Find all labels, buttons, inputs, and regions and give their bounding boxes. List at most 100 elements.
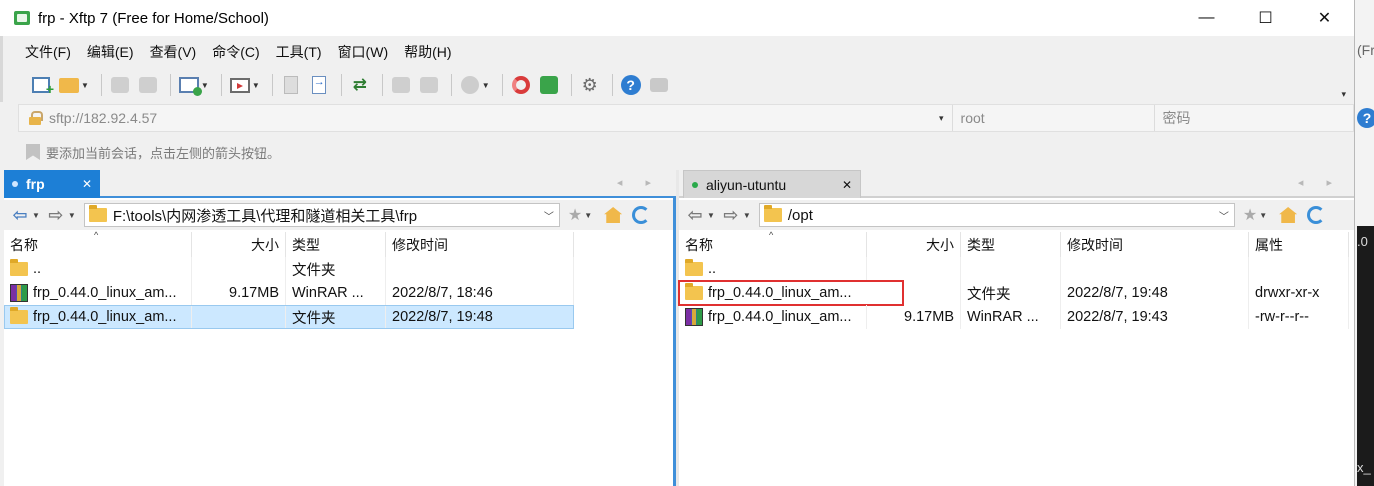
xftp-button[interactable]	[537, 73, 561, 97]
menu-edit[interactable]: 编辑(E)	[79, 42, 142, 62]
host-input[interactable]: sftp://182.92.4.57	[49, 110, 939, 126]
menu-help[interactable]: 帮助(H)	[396, 42, 459, 62]
back-dropdown[interactable]: ▼	[32, 211, 40, 220]
toolbar: ▼ ▼ ▼ ⇄ ▼ ⚙ ? ▾	[0, 68, 1354, 102]
xshell-icon	[511, 76, 530, 94]
options-button[interactable]: ⚙	[578, 73, 602, 97]
session-properties-dropdown[interactable]: ▼	[201, 81, 209, 90]
globe-dropdown[interactable]: ▼	[482, 81, 490, 90]
xshell-button[interactable]	[509, 73, 533, 97]
favorites-dropdown[interactable]: ▼	[1259, 211, 1267, 220]
forward-dropdown[interactable]: ▼	[743, 211, 751, 220]
bookmark-icon[interactable]	[26, 144, 40, 160]
tab-scroll-arrows[interactable]: ◂ ▸	[1298, 176, 1342, 189]
toolbar-separator	[271, 74, 273, 96]
chat-button[interactable]	[647, 73, 671, 97]
close-button[interactable]: ✕	[1295, 0, 1354, 36]
toolbar-separator	[450, 74, 452, 96]
column-modified[interactable]: 修改时间	[386, 232, 574, 257]
delete-button[interactable]	[279, 73, 303, 97]
back-dropdown[interactable]: ▼	[707, 211, 715, 220]
table-row[interactable]: ..	[679, 257, 1354, 281]
globe-button[interactable]	[458, 73, 482, 97]
copy-button[interactable]	[389, 73, 413, 97]
table-row[interactable]: frp_0.44.0_linux_am... 9.17MB WinRAR ...…	[679, 305, 1354, 329]
chat-icon	[649, 78, 668, 92]
table-row-selected[interactable]: frp_0.44.0_linux_am... 文件夹 2022/8/7, 19:…	[4, 305, 574, 329]
path-dropdown-icon[interactable]: ﹀	[539, 208, 559, 223]
home-icon[interactable]	[1279, 207, 1298, 223]
file-name: ..	[708, 261, 717, 277]
forward-dropdown[interactable]: ▼	[68, 211, 76, 220]
back-arrow-icon[interactable]: ⇦	[10, 205, 30, 225]
tab-scroll-arrows[interactable]: ◂ ▸	[617, 176, 661, 189]
favorites-dropdown[interactable]: ▼	[584, 211, 592, 220]
menu-view[interactable]: 查看(V)	[142, 42, 205, 62]
star-icon[interactable]: ★	[1243, 205, 1257, 225]
column-size[interactable]: 大小	[867, 232, 961, 257]
table-row[interactable]: frp_0.44.0_linux_am... 9.17MB WinRAR ...…	[4, 281, 673, 305]
toolbar-more-button[interactable]: ▾	[1341, 89, 1346, 100]
transfer-button[interactable]	[228, 73, 252, 97]
tab-close-button[interactable]: ✕	[842, 178, 852, 192]
transfer-dropdown[interactable]: ▼	[252, 81, 260, 90]
open-folder-dropdown[interactable]: ▼	[81, 81, 89, 90]
lock-icon	[29, 111, 43, 125]
column-size[interactable]: 大小	[192, 232, 286, 257]
minimize-button[interactable]: —	[1177, 0, 1236, 36]
refresh-icon[interactable]	[632, 206, 651, 224]
local-path-field[interactable]: F:\tools\内网渗透工具\代理和隧道相关工具\frp ﹀	[83, 203, 560, 227]
new-session-button[interactable]	[29, 73, 54, 97]
pane-focus-border	[673, 196, 676, 486]
open-remote-button[interactable]	[307, 73, 331, 97]
paste-button[interactable]	[417, 73, 441, 97]
password-input[interactable]: 密码	[1153, 105, 1353, 131]
star-icon[interactable]: ★	[568, 205, 582, 225]
reconnect-button[interactable]	[136, 73, 160, 97]
remote-file-list: 名称 ^ 大小 类型 修改时间 属性 .. frp_0.44.0_linux_a…	[678, 230, 1354, 329]
sync-button[interactable]: ⇄	[348, 73, 372, 97]
help-button[interactable]: ?	[619, 73, 643, 97]
remote-path-field[interactable]: /opt ﹀	[758, 203, 1235, 227]
forward-arrow-icon[interactable]: ⇨	[721, 205, 741, 225]
tab-remote-aliyun[interactable]: aliyun-utuntu ✕	[683, 170, 861, 198]
toolbar-separator	[381, 74, 383, 96]
column-type[interactable]: 类型	[286, 232, 386, 257]
refresh-icon[interactable]	[1307, 206, 1326, 224]
session-properties-button[interactable]	[177, 73, 202, 97]
folder-icon	[10, 259, 28, 276]
menu-command[interactable]: 命令(C)	[204, 42, 267, 62]
table-row[interactable]: .. 文件夹	[4, 257, 673, 281]
maximize-button[interactable]: ☐	[1236, 0, 1295, 36]
forward-arrow-icon[interactable]: ⇨	[46, 205, 66, 225]
background-window-strip: (Fr ? .0 x_	[1354, 0, 1374, 486]
column-type[interactable]: 类型	[961, 232, 1061, 257]
menu-window[interactable]: 窗口(W)	[330, 42, 397, 62]
path-dropdown-icon[interactable]: ﹀	[1214, 208, 1234, 223]
host-dropdown[interactable]: ▾	[939, 113, 944, 124]
remote-list-header: 名称 ^ 大小 类型 修改时间 属性	[679, 230, 1354, 257]
table-row-highlighted[interactable]: frp_0.44.0_linux_am... 文件夹 2022/8/7, 19:…	[678, 280, 1354, 306]
remote-nav-bar: ⇦ ▼ ⇨ ▼ /opt ﹀ ★ ▼	[679, 200, 1354, 230]
file-name: ..	[33, 261, 42, 277]
folder-icon	[685, 259, 703, 276]
tab-local-frp[interactable]: frp ✕	[4, 170, 100, 198]
tab-close-button[interactable]: ✕	[82, 177, 92, 191]
menu-file[interactable]: 文件(F)	[17, 42, 79, 62]
username-input[interactable]: root	[951, 105, 1154, 131]
open-folder-button[interactable]	[57, 73, 81, 97]
file-size	[192, 305, 286, 329]
home-icon[interactable]	[604, 207, 623, 223]
back-arrow-icon[interactable]: ⇦	[685, 205, 705, 225]
file-type: 文件夹	[961, 281, 1061, 305]
local-pane: frp ✕ ◂ ▸ ⇦ ▼ ⇨ ▼ F:\tools\内网渗透工具\代理和隧道相…	[4, 170, 673, 486]
local-tab-strip: frp ✕ ◂ ▸	[4, 170, 673, 198]
file-type: 文件夹	[286, 305, 386, 329]
open-folder-icon	[59, 77, 79, 93]
disconnect-button[interactable]	[108, 73, 132, 97]
menu-tools[interactable]: 工具(T)	[268, 42, 330, 62]
session-properties-icon	[178, 77, 202, 96]
column-modified[interactable]: 修改时间	[1061, 232, 1249, 257]
gear-icon: ⚙	[581, 74, 598, 95]
column-attributes[interactable]: 属性	[1249, 232, 1349, 257]
